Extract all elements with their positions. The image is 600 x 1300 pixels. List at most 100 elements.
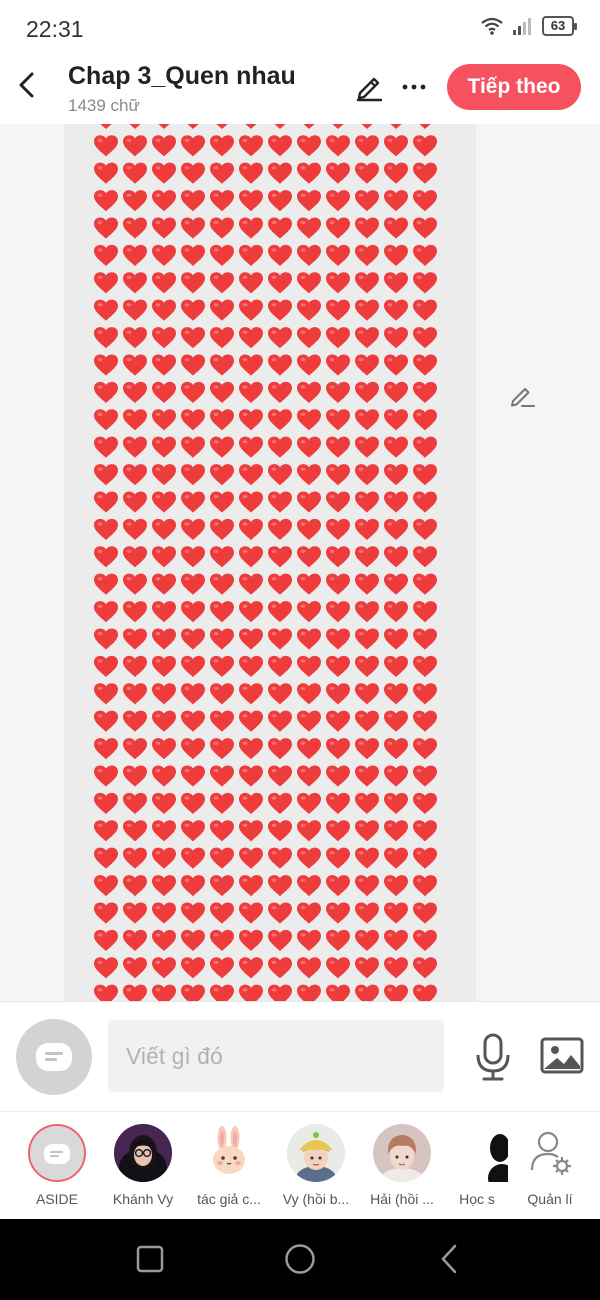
heart-emoji-icon [297, 929, 321, 951]
heart-emoji-icon [239, 464, 263, 486]
message-input[interactable] [108, 1020, 444, 1092]
heart-emoji-icon [413, 820, 437, 842]
heart-emoji-icon [413, 929, 437, 951]
heart-emoji-icon [268, 190, 292, 212]
heart-emoji-icon [239, 655, 263, 677]
heart-emoji-icon [355, 518, 379, 540]
heart-emoji-icon [297, 381, 321, 403]
status-bar: 22:31 63 [0, 0, 600, 58]
heart-emoji-icon [216, 124, 228, 129]
side-edit-button[interactable] [508, 382, 536, 408]
system-back-button[interactable] [432, 1241, 468, 1277]
heart-emoji-icon [268, 244, 292, 266]
participant-name: Học s [459, 1191, 495, 1207]
heart-emoji-icon [326, 573, 350, 595]
heart-emoji-icon [413, 299, 437, 321]
aside-avatar-button[interactable] [16, 1019, 92, 1095]
participant-khanh-vy[interactable]: Khánh Vy [100, 1122, 186, 1212]
heart-emoji-icon [355, 573, 379, 595]
participant-tac-gia[interactable]: tác giả c... [186, 1122, 272, 1212]
edit-chapter-button[interactable] [354, 72, 384, 102]
heart-emoji-icon [326, 518, 350, 540]
heart-emoji-icon [355, 628, 379, 650]
heart-emoji-icon [94, 573, 118, 595]
participant-hai[interactable]: Hải (hồi ... [359, 1122, 445, 1212]
participant-hoc-sinh[interactable]: Học s [442, 1122, 514, 1212]
heart-emoji-icon [94, 601, 118, 623]
heart-emoji-icon [268, 162, 292, 184]
pencil-icon [356, 77, 383, 102]
heart-emoji-icon [268, 738, 292, 760]
heart-emoji-icon [123, 957, 147, 979]
heart-emoji-icon [326, 792, 350, 814]
heart-emoji-icon [413, 902, 437, 924]
home-button[interactable] [282, 1241, 318, 1277]
heart-image[interactable] [64, 124, 476, 1001]
heart-emoji-icon [297, 518, 321, 540]
heart-emoji-icon [123, 765, 147, 787]
heart-emoji-icon [413, 683, 437, 705]
heart-emoji-icon [94, 984, 118, 1001]
heart-emoji-icon [268, 299, 292, 321]
back-arrow-icon [19, 72, 34, 98]
heart-emoji-icon [355, 738, 379, 760]
chat-bubble-icon [36, 1043, 72, 1071]
heart-emoji-icon [100, 124, 112, 129]
heart-emoji-icon [297, 135, 321, 157]
heart-emoji-icon [355, 409, 379, 431]
heart-emoji-icon [181, 875, 205, 897]
heart-emoji-icon [274, 124, 286, 129]
voice-button[interactable] [474, 1032, 512, 1082]
heart-emoji-icon [239, 354, 263, 376]
heart-emoji-icon [239, 601, 263, 623]
battery-icon: 63 [542, 16, 577, 36]
heart-emoji-icon [413, 217, 437, 239]
heart-emoji-icon [239, 628, 263, 650]
heart-emoji-icon [181, 409, 205, 431]
heart-emoji-icon [94, 820, 118, 842]
wifi-icon [481, 17, 503, 35]
heart-emoji-icon [158, 124, 170, 129]
heart-emoji-icon [268, 436, 292, 458]
participant-aside[interactable]: ASIDE [14, 1122, 100, 1212]
chapter-content[interactable] [0, 124, 600, 1001]
heart-emoji-icon [210, 546, 234, 568]
chapter-header: Chap 3_Quen nhau 1439 chữ Tiếp theo [0, 58, 600, 124]
heart-emoji-icon [384, 518, 408, 540]
heart-emoji-icon [297, 792, 321, 814]
heart-emoji-icon [239, 299, 263, 321]
heart-emoji-icon [181, 518, 205, 540]
heart-emoji-icon [268, 518, 292, 540]
heart-emoji-icon [123, 710, 147, 732]
heart-emoji-icon [332, 124, 344, 129]
next-button[interactable]: Tiếp theo [447, 64, 581, 110]
heart-emoji-icon [239, 244, 263, 266]
heart-emoji-icon [355, 792, 379, 814]
heart-emoji-icon [239, 409, 263, 431]
heart-emoji-icon [413, 491, 437, 513]
insert-image-button[interactable] [540, 1036, 584, 1076]
heart-emoji-icon [384, 847, 408, 869]
heart-emoji-icon [384, 984, 408, 1001]
heart-emoji-icon [384, 875, 408, 897]
heart-emoji-icon [384, 628, 408, 650]
heart-emoji-icon [239, 436, 263, 458]
heart-emoji-icon [152, 491, 176, 513]
heart-emoji-icon [355, 299, 379, 321]
heart-emoji-icon [384, 929, 408, 951]
heart-emoji-icon [123, 272, 147, 294]
heart-emoji-icon [384, 135, 408, 157]
participant-manager[interactable]: Quản lí [512, 1122, 588, 1212]
heart-emoji-icon [268, 491, 292, 513]
participant-vy[interactable]: Vy (hồi b... [273, 1122, 359, 1212]
heart-emoji-icon [419, 124, 431, 129]
recent-apps-button[interactable] [132, 1241, 168, 1277]
heart-grid [94, 124, 437, 1001]
heart-emoji-icon [94, 272, 118, 294]
heart-emoji-icon [384, 272, 408, 294]
back-button[interactable] [14, 70, 42, 100]
more-options-button[interactable] [400, 72, 428, 102]
heart-emoji-icon [210, 929, 234, 951]
heart-emoji-icon [94, 436, 118, 458]
heart-emoji-icon [181, 162, 205, 184]
